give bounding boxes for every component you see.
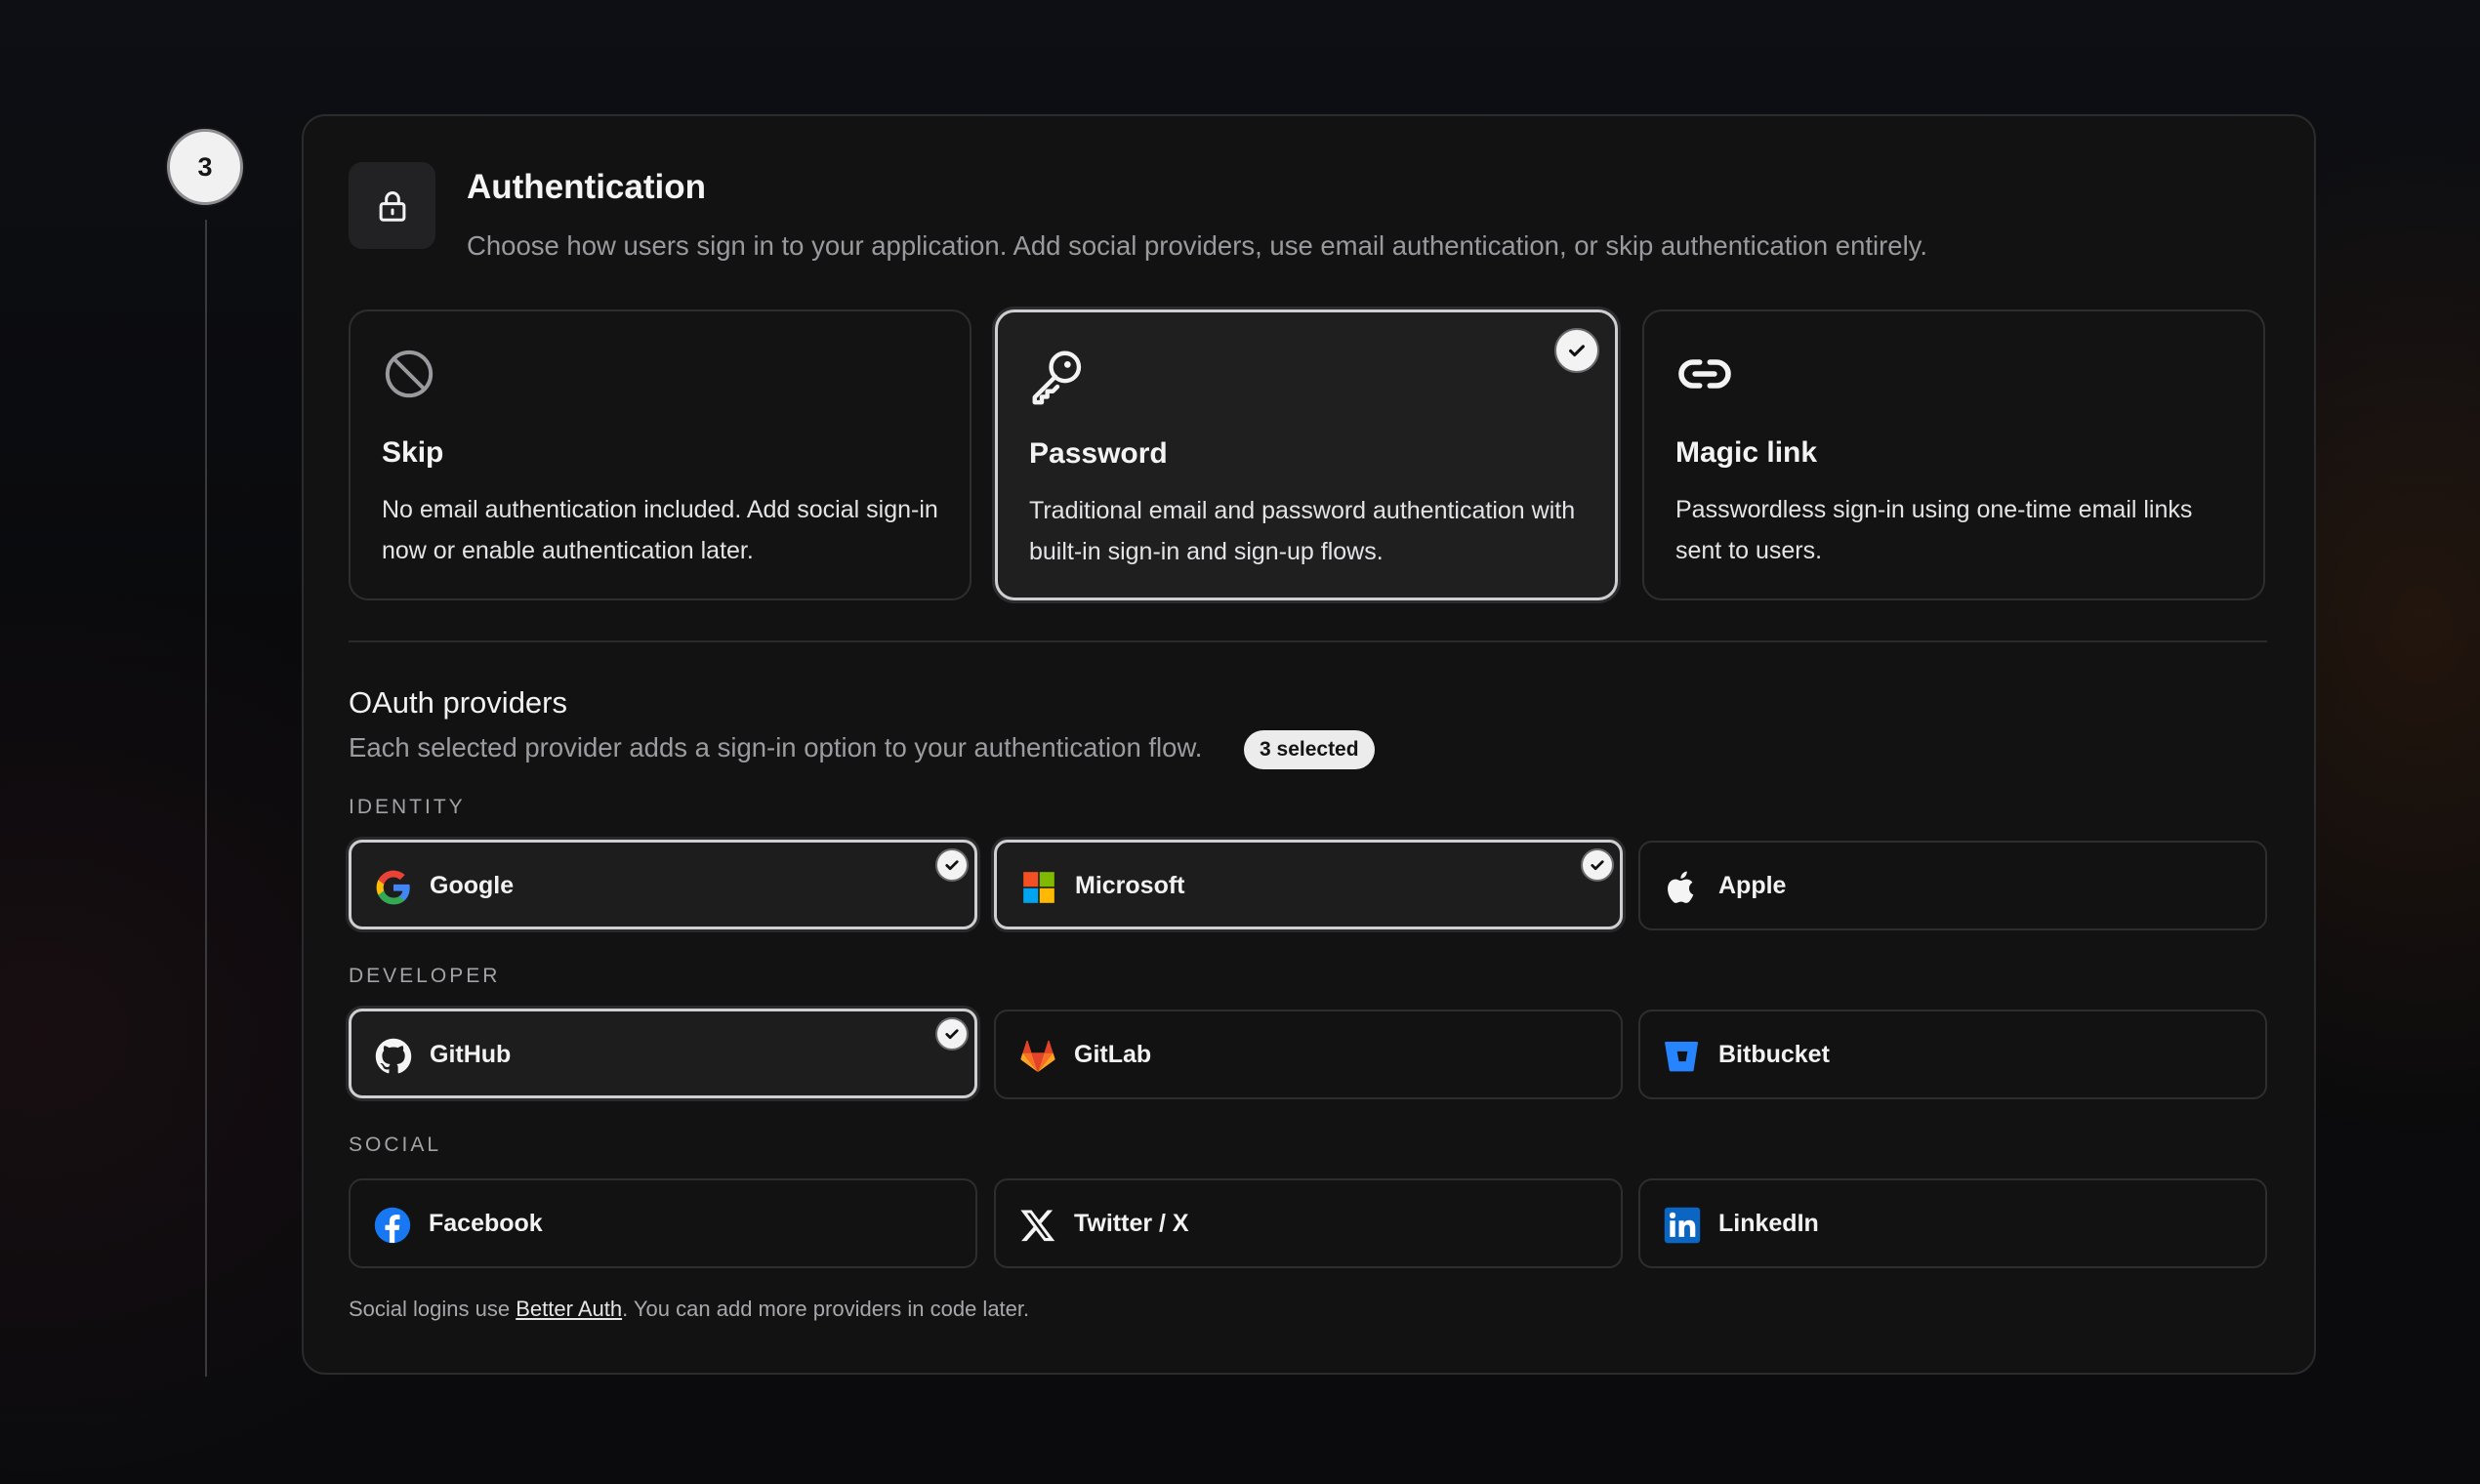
selected-check-icon <box>1554 328 1599 373</box>
mode-card-password[interactable]: Password Traditional email and password … <box>995 309 1618 600</box>
facebook-icon <box>374 1207 411 1244</box>
provider-github[interactable]: GitHub <box>349 1009 977 1098</box>
provider-bitbucket[interactable]: Bitbucket <box>1638 1010 2267 1099</box>
better-auth-link[interactable]: Better Auth <box>516 1297 622 1321</box>
section-divider <box>349 640 2267 642</box>
provider-label: Microsoft <box>1075 872 1185 899</box>
linkedin-icon <box>1664 1207 1701 1244</box>
oauth-title: OAuth providers <box>349 685 567 720</box>
mode-title: Skip <box>382 436 444 469</box>
mode-title: Password <box>1029 437 1168 470</box>
google-icon <box>376 870 410 905</box>
lock-icon <box>379 190 405 222</box>
provider-label: Twitter / X <box>1074 1210 1189 1237</box>
section-icon-box <box>349 162 435 249</box>
microsoft-icon <box>1023 872 1054 903</box>
x-icon <box>1020 1210 1055 1242</box>
provider-label: Facebook <box>429 1210 543 1237</box>
selected-count-badge: 3 selected <box>1244 730 1375 769</box>
selected-check-icon <box>1581 848 1614 882</box>
provider-twitter-x[interactable]: Twitter / X <box>994 1178 1623 1268</box>
apple-icon <box>1668 871 1694 903</box>
provider-label: GitHub <box>430 1041 512 1068</box>
provider-microsoft[interactable]: Microsoft <box>994 840 1623 929</box>
step-number-badge: 3 <box>167 129 243 205</box>
provider-label: Google <box>430 872 515 899</box>
provider-google[interactable]: Google <box>349 840 977 929</box>
github-icon <box>375 1038 412 1074</box>
mode-description: Passwordless sign-in using one-time emai… <box>1675 496 2193 564</box>
step-connector-line <box>205 220 207 1377</box>
selected-check-icon <box>935 1017 969 1051</box>
oauth-description: Each selected provider adds a sign-in op… <box>349 732 1203 763</box>
mode-title: Magic link <box>1675 436 1818 469</box>
mode-card-magic-link[interactable]: Magic link Passwordless sign-in using on… <box>1642 309 2265 600</box>
provider-label: Bitbucket <box>1718 1041 1830 1068</box>
group-label-identity: IDENTITY <box>349 796 466 818</box>
mode-description: No email authentication included. Add so… <box>382 496 938 564</box>
link-icon <box>1678 359 1731 389</box>
ban-icon <box>385 350 434 398</box>
group-label-social: SOCIAL <box>349 1134 442 1156</box>
mode-card-skip[interactable]: Skip No email authentication included. A… <box>349 309 971 600</box>
key-icon <box>1032 350 1082 405</box>
provider-gitlab[interactable]: GitLab <box>994 1010 1623 1099</box>
footer-suffix: . You can add more providers in code lat… <box>622 1297 1030 1321</box>
footer-prefix: Social logins use <box>349 1297 517 1321</box>
section-title: Authentication <box>467 168 706 206</box>
provider-label: LinkedIn <box>1718 1210 1819 1237</box>
bitbucket-icon <box>1665 1041 1699 1072</box>
mode-description: Traditional email and password authentic… <box>1029 497 1576 565</box>
group-label-developer: DEVELOPER <box>349 965 501 987</box>
provider-label: Apple <box>1718 872 1787 899</box>
provider-label: GitLab <box>1074 1041 1152 1068</box>
footer-note: Social logins use Better Auth. You can a… <box>349 1297 1029 1322</box>
provider-facebook[interactable]: Facebook <box>349 1178 977 1268</box>
provider-linkedin[interactable]: LinkedIn <box>1638 1178 2267 1268</box>
selected-check-icon <box>935 848 969 882</box>
section-description: Choose how users sign in to your applica… <box>467 230 1928 261</box>
provider-apple[interactable]: Apple <box>1638 841 2267 930</box>
gitlab-icon <box>1020 1040 1055 1073</box>
